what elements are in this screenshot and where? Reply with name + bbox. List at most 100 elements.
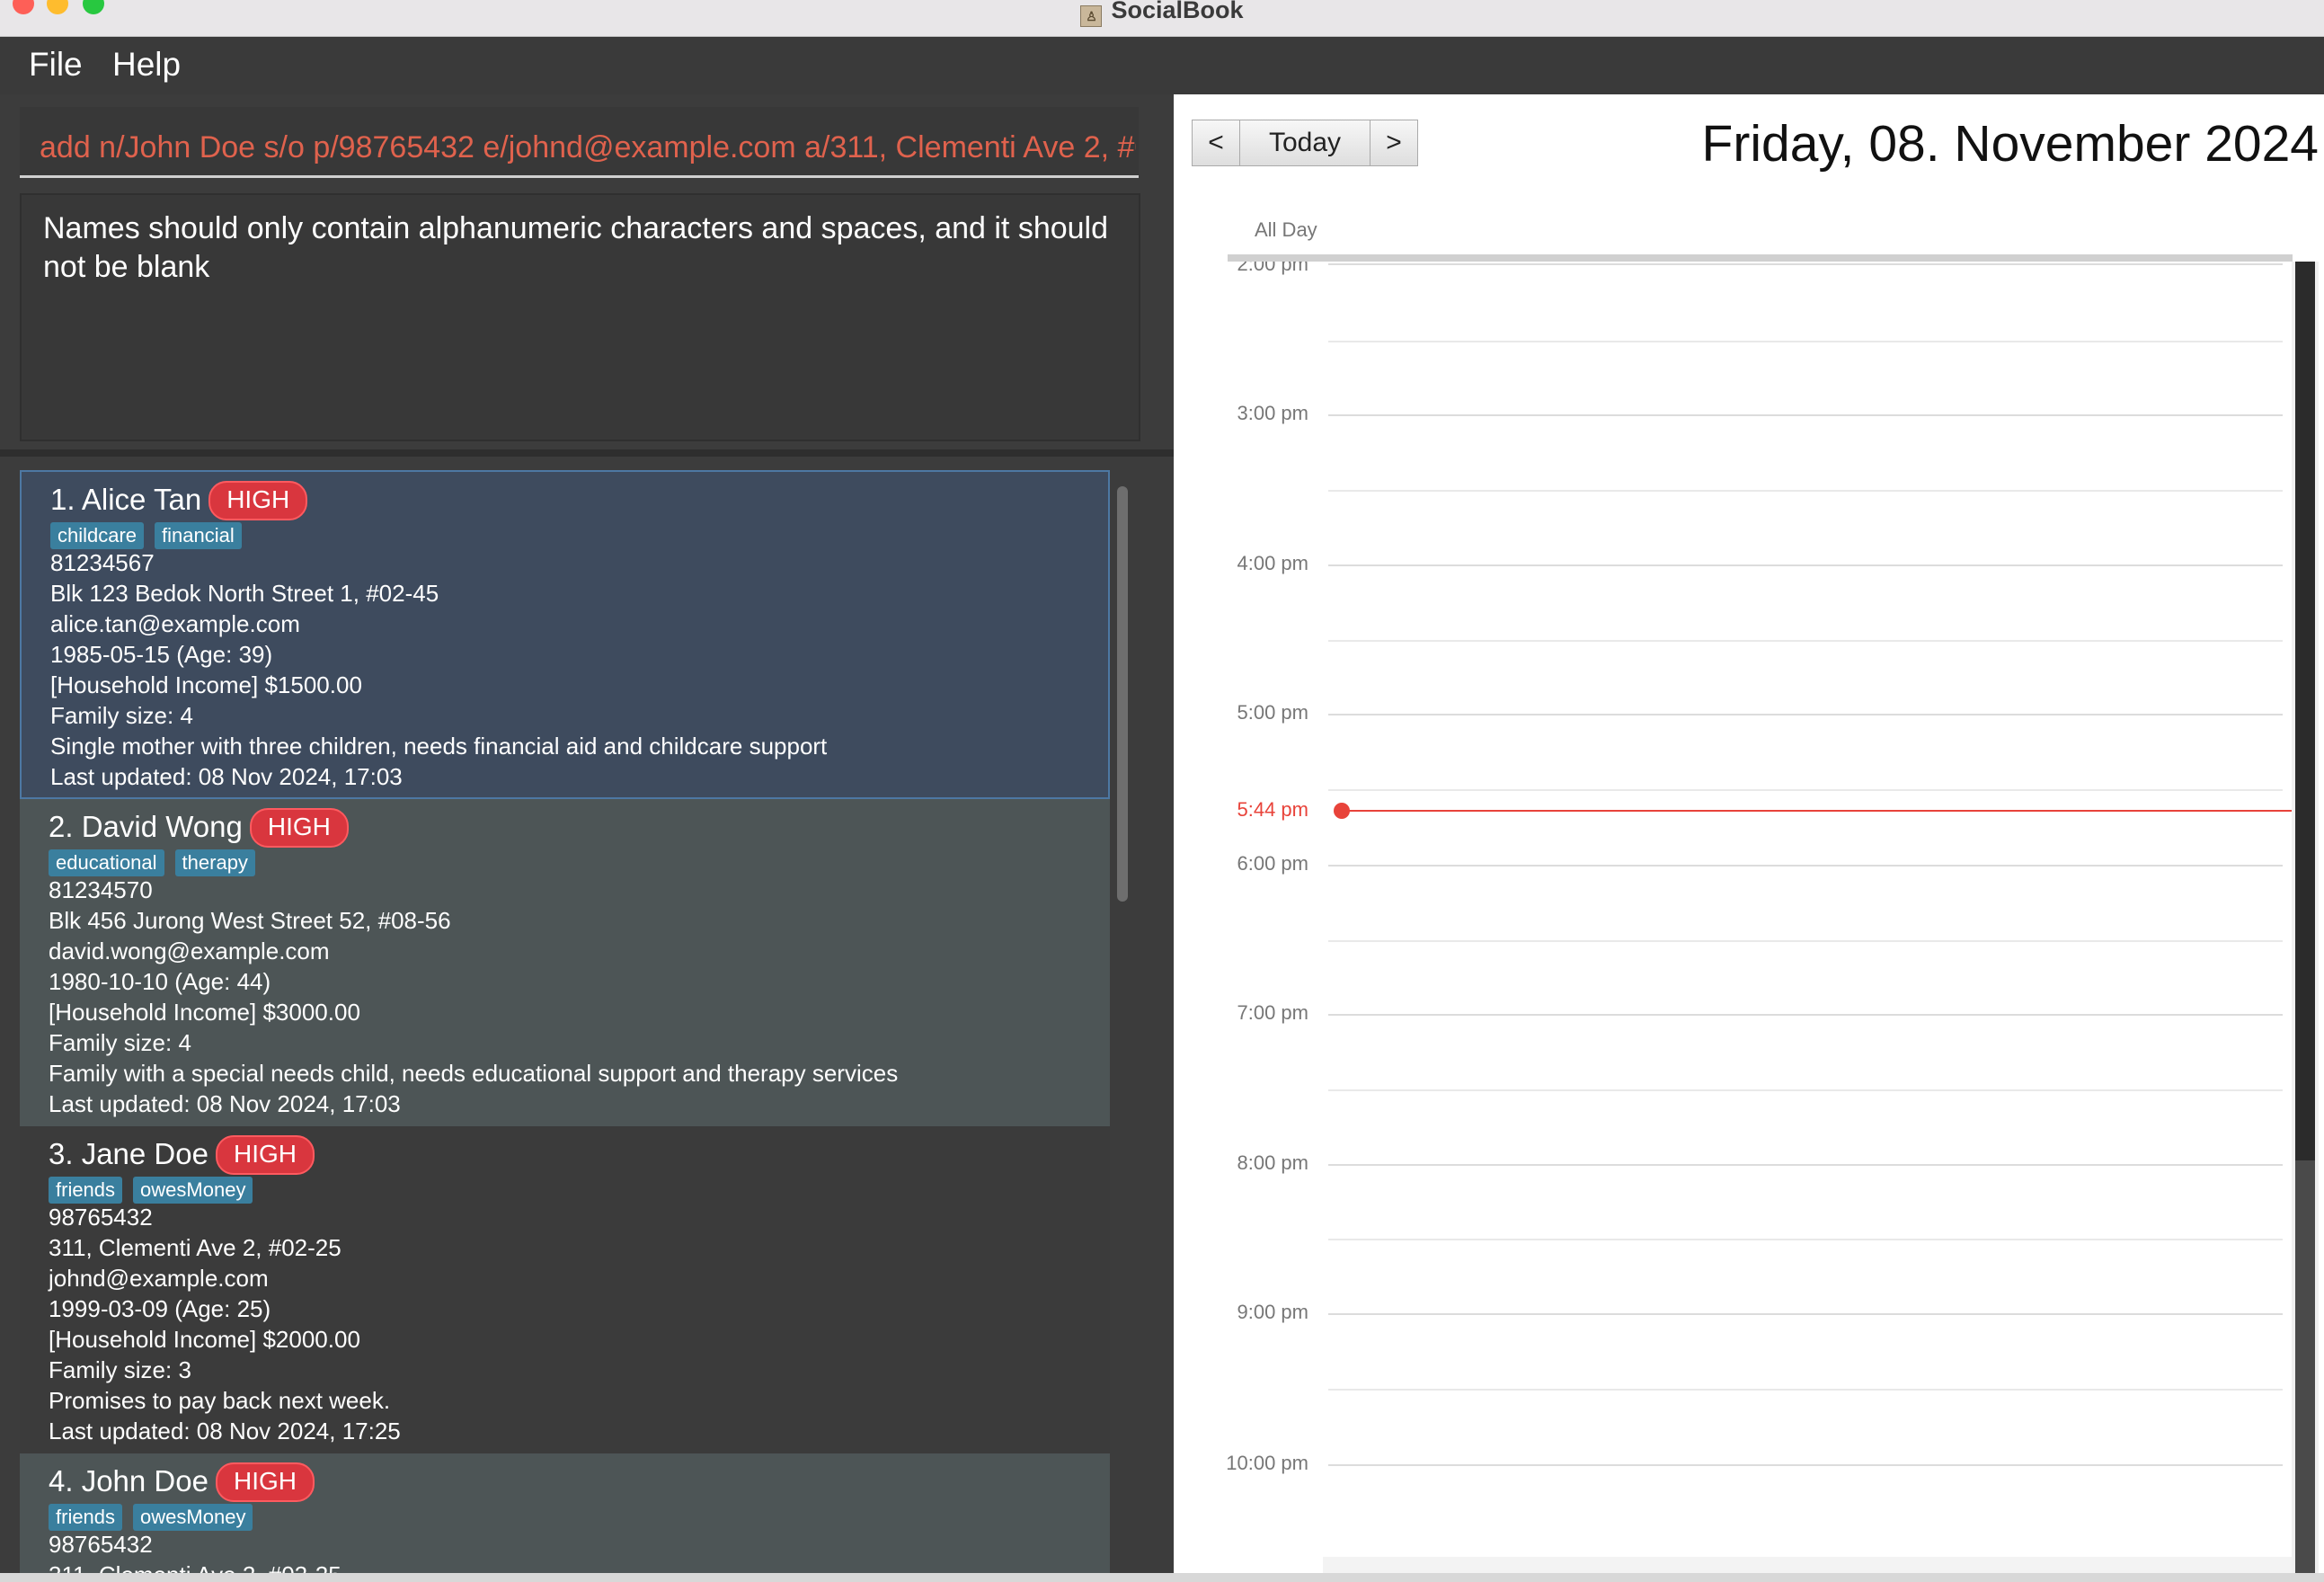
hour-label: 2:00 pm: [1237, 262, 1309, 275]
half-hour-line: [1328, 1089, 2283, 1091]
person-remark: Family with a special needs child, needs…: [49, 1060, 899, 1087]
half-hour-line: [1328, 1239, 2283, 1240]
menu-bar: File Help: [0, 37, 2324, 94]
calendar-prev-button[interactable]: <: [1192, 120, 1240, 166]
person-address: Blk 123 Bedok North Street 1, #02-45: [50, 580, 439, 607]
person-income: [Household Income] $2000.00: [49, 1326, 360, 1353]
person-dob: 1985-05-15 (Age: 39): [50, 641, 273, 668]
hour-line: [1328, 263, 2283, 265]
window-bottom-edge: [0, 1573, 2324, 1582]
person-card[interactable]: 3. Jane Doe HIGH friends owesMoney 9876543…: [20, 1126, 1110, 1453]
priority-badge: HIGH: [215, 1462, 315, 1502]
tag: owesMoney: [133, 1177, 253, 1204]
calendar-scrollbar[interactable]: [2292, 262, 2319, 1582]
hour-label: 8:00 pm: [1237, 1151, 1309, 1174]
person-last-updated: Last updated: 08 Nov 2024, 17:25: [49, 1418, 401, 1444]
person-income: [Household Income] $1500.00: [50, 671, 362, 698]
tag: childcare: [50, 522, 145, 549]
window-title-text: SocialBook: [1111, 0, 1244, 23]
person-family-size: Family size: 4: [50, 702, 193, 729]
person-list-scrollbar[interactable]: [1113, 479, 1131, 1578]
menu-help[interactable]: Help: [112, 46, 181, 84]
person-last-updated: Last updated: 08 Nov 2024, 17:03: [49, 1090, 401, 1117]
calendar-date-title: Friday, 08. November 2024: [1701, 115, 2319, 173]
window-title: ♙ SocialBook: [0, 0, 2324, 27]
hour-line: [1328, 1014, 2283, 1016]
person-email: david.wong@example.com: [49, 938, 330, 964]
panel-divider[interactable]: [0, 449, 1174, 457]
app-icon: ♙: [1080, 5, 1103, 27]
person-remark: Single mother with three children, needs…: [50, 733, 828, 760]
left-panel: add n/John Doe s/o p/98765432 e/johnd@ex…: [0, 94, 1174, 1582]
hour-label: 10:00 pm: [1226, 1452, 1308, 1474]
person-card[interactable]: 1. Alice Tan HIGH childcare financial 8123…: [20, 470, 1110, 799]
person-card[interactable]: 4. John Doe HIGH friends owesMoney 9876543…: [20, 1453, 1110, 1582]
tag: financial: [155, 522, 242, 549]
all-day-row[interactable]: [1228, 254, 2293, 262]
calendar-panel: < Today > Friday, 08. November 2024 All …: [1174, 94, 2324, 1582]
person-email: johnd@example.com: [49, 1265, 269, 1292]
person-phone: 81234570: [49, 876, 153, 903]
result-display: Names should only contain alphanumeric c…: [20, 193, 1140, 441]
person-remark: Promises to pay back next week.: [49, 1387, 391, 1414]
hour-label: 5:00 pm: [1237, 701, 1309, 724]
person-list: 1. Alice Tan HIGH childcare financial 8123…: [20, 470, 1112, 1582]
person-name-row: 1. Alice Tan HIGH: [50, 481, 308, 520]
person-name: 3. Jane Doe: [49, 1137, 208, 1170]
tag-list: educational therapy: [49, 849, 266, 876]
hour-line: [1328, 564, 2283, 566]
calendar-today-button[interactable]: Today: [1239, 120, 1370, 166]
person-name: 4. John Doe: [49, 1464, 208, 1498]
half-hour-line: [1328, 1389, 2283, 1391]
tag-list: friends owesMoney: [49, 1177, 263, 1204]
person-name: 2. David Wong: [49, 810, 243, 843]
half-hour-line: [1328, 341, 2283, 342]
calendar-scroll-thumb[interactable]: [2295, 1160, 2315, 1582]
person-name: 1. Alice Tan: [50, 483, 202, 516]
tag-list: childcare financial: [50, 522, 253, 549]
half-hour-line: [1328, 940, 2283, 942]
person-address: Blk 456 Jurong West Street 52, #08-56: [49, 907, 451, 934]
hour-line: [1328, 714, 2283, 715]
person-list-scroll-thumb[interactable]: [1117, 486, 1128, 902]
calendar-next-button[interactable]: >: [1370, 120, 1418, 166]
half-hour-line: [1328, 789, 2283, 791]
result-message: Names should only contain alphanumeric c…: [43, 211, 1109, 284]
tag: owesMoney: [133, 1504, 253, 1531]
hour-label: 3:00 pm: [1237, 402, 1309, 424]
priority-badge: HIGH: [208, 481, 308, 520]
priority-badge: HIGH: [215, 1135, 315, 1175]
menu-file[interactable]: File: [29, 46, 83, 84]
all-day-label: All Day: [1255, 218, 1317, 241]
person-card[interactable]: 2. David Wong HIGH educational therapy 812…: [20, 799, 1110, 1126]
person-name-row: 4. John Doe HIGH: [49, 1462, 315, 1502]
person-name-row: 3. Jane Doe HIGH: [49, 1135, 315, 1175]
half-hour-line: [1328, 640, 2283, 642]
command-input[interactable]: add n/John Doe s/o p/98765432 e/johnd@ex…: [40, 130, 1136, 165]
person-dob: 1980-10-10 (Age: 44): [49, 968, 271, 995]
hour-label: 9:00 pm: [1237, 1301, 1309, 1323]
tag: friends: [49, 1504, 123, 1531]
person-email: alice.tan@example.com: [50, 610, 300, 637]
hour-line: [1328, 1164, 2283, 1166]
hour-label: 4:00 pm: [1237, 552, 1309, 574]
command-box[interactable]: add n/John Doe s/o p/98765432 e/johnd@ex…: [20, 107, 1139, 178]
tag: educational: [49, 849, 164, 876]
person-phone: 98765432: [49, 1204, 153, 1231]
person-last-updated: Last updated: 08 Nov 2024, 17:03: [50, 763, 403, 790]
hour-label: 7:00 pm: [1237, 1001, 1309, 1024]
day-view[interactable]: 2:00 pm 3:00 pm 4:00 pm 5:00 pm 5:44 pm …: [1174, 262, 2324, 1582]
person-phone: 81234567: [50, 549, 155, 576]
hour-line: [1328, 865, 2283, 867]
current-time-label: 5:44 pm: [1237, 798, 1309, 821]
title-bar: ♙ SocialBook: [0, 0, 2324, 37]
person-family-size: Family size: 3: [49, 1356, 191, 1383]
hour-line: [1328, 414, 2283, 416]
person-phone: 98765432: [49, 1531, 153, 1558]
tag: friends: [49, 1177, 123, 1204]
priority-badge: HIGH: [249, 808, 349, 848]
current-time-line: [1337, 810, 2292, 812]
hour-line: [1328, 1313, 2283, 1315]
half-hour-line: [1328, 490, 2283, 492]
person-family-size: Family size: 4: [49, 1029, 191, 1056]
